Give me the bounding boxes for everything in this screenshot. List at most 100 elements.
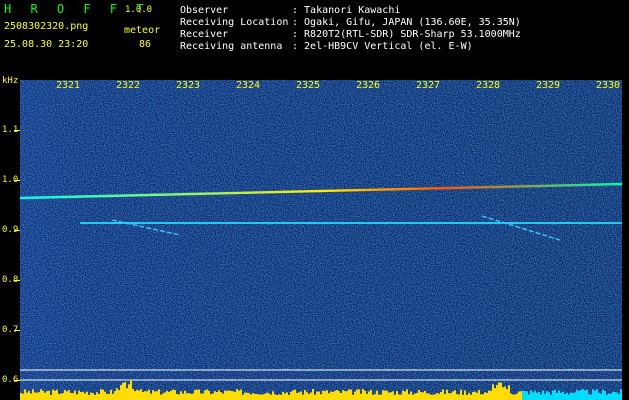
- level-bar: [278, 394, 280, 400]
- level-bar: [348, 389, 350, 400]
- level-bar: [314, 394, 316, 400]
- level-bar: [326, 390, 328, 400]
- level-bar: [90, 392, 92, 400]
- level-bar: [26, 392, 28, 400]
- level-bar: [396, 391, 398, 400]
- level-bar: [98, 393, 100, 400]
- level-bar: [554, 389, 556, 400]
- level-bar: [452, 391, 454, 400]
- level-bar: [142, 392, 144, 400]
- level-bar: [74, 390, 76, 400]
- meteor-label: meteor: [124, 25, 161, 36]
- level-bar: [340, 393, 342, 400]
- level-bar: [432, 394, 434, 400]
- level-bar: [476, 392, 478, 400]
- level-bar: [246, 392, 248, 400]
- level-bar: [208, 390, 210, 400]
- level-bar: [158, 389, 160, 400]
- level-bar: [234, 391, 236, 400]
- observer-value: : Takanori Kawachi: [292, 5, 401, 16]
- level-bar: [210, 394, 212, 400]
- level-bar: [346, 391, 348, 400]
- level-bar: [412, 394, 414, 400]
- level-bar: [454, 390, 456, 400]
- level-bar: [596, 389, 598, 400]
- level-bar: [122, 382, 124, 400]
- level-bar: [466, 394, 468, 400]
- level-bar: [238, 390, 240, 400]
- level-bar: [480, 394, 482, 400]
- x-tick-label: 2330: [596, 80, 621, 91]
- level-bar: [356, 389, 358, 400]
- location-label: Receiving Location: [180, 17, 289, 28]
- level-bar: [178, 394, 180, 400]
- level-bar: [204, 390, 206, 400]
- level-bar: [28, 391, 30, 400]
- level-bar: [248, 393, 250, 400]
- level-bar: [528, 394, 530, 400]
- level-bar: [30, 393, 32, 400]
- level-bar: [294, 389, 296, 400]
- level-bar: [180, 391, 182, 400]
- level-bar: [60, 393, 62, 400]
- x-tick-label: 2329: [536, 80, 561, 91]
- level-bar: [46, 391, 48, 400]
- level-bar: [292, 390, 294, 400]
- level-bar: [182, 393, 184, 400]
- level-bar: [332, 391, 334, 400]
- level-bar: [206, 389, 208, 400]
- level-bar: [580, 389, 582, 400]
- level-bar: [374, 394, 376, 400]
- antenna-value: : 2el-HB9CV Vertical (el. E-W): [292, 41, 473, 52]
- level-bar: [308, 393, 310, 400]
- level-bar: [506, 389, 508, 400]
- level-bar: [196, 389, 198, 400]
- level-bar: [534, 390, 536, 400]
- level-bar: [410, 391, 412, 400]
- level-bar: [192, 393, 194, 400]
- level-bar: [328, 393, 330, 400]
- level-bar: [172, 389, 174, 400]
- level-bar: [82, 391, 84, 400]
- level-bar: [442, 389, 444, 400]
- level-bar: [496, 385, 498, 400]
- level-bar: [590, 394, 592, 400]
- level-bar: [562, 391, 564, 400]
- level-bar: [342, 390, 344, 400]
- level-bar: [272, 391, 274, 400]
- level-bar: [438, 393, 440, 400]
- level-bar: [478, 389, 480, 400]
- level-bar: [280, 394, 282, 400]
- level-bar: [114, 391, 116, 400]
- level-bar: [542, 390, 544, 400]
- level-bar: [368, 391, 370, 400]
- level-bar: [78, 390, 80, 400]
- y-axis: kHz 1.1 1.0 0.9 0.8 0.7 0.6: [0, 76, 20, 400]
- level-bar: [558, 390, 560, 400]
- level-bar: [76, 394, 78, 400]
- level-bar: [232, 391, 234, 400]
- level-bar: [198, 389, 200, 400]
- level-bar: [424, 390, 426, 400]
- level-bar: [228, 390, 230, 400]
- level-bar: [522, 390, 524, 400]
- level-bar: [482, 394, 484, 400]
- level-bar: [472, 391, 474, 400]
- level-bar: [226, 390, 228, 400]
- level-bar: [536, 392, 538, 400]
- level-bar: [214, 391, 216, 400]
- level-bar: [304, 389, 306, 400]
- level-bar: [398, 394, 400, 400]
- level-bar: [594, 390, 596, 400]
- level-bar: [400, 394, 402, 400]
- level-bar: [344, 391, 346, 400]
- level-bar: [364, 390, 366, 400]
- level-bar: [382, 390, 384, 400]
- level-bar: [58, 394, 60, 400]
- level-bar: [242, 394, 244, 400]
- level-bar: [164, 392, 166, 400]
- level-bar: [324, 391, 326, 400]
- level-bar: [532, 392, 534, 400]
- level-bar: [334, 390, 336, 400]
- level-bar: [426, 393, 428, 400]
